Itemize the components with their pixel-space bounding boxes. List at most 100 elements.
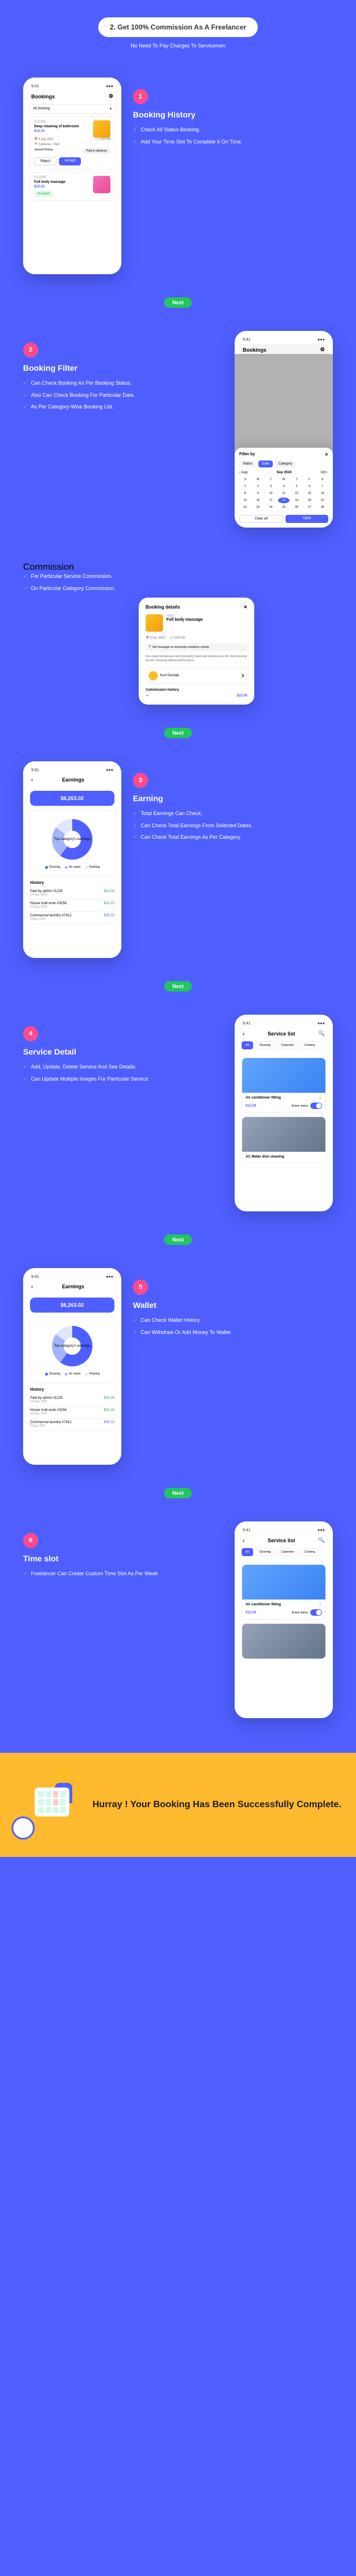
step-number: 6 xyxy=(23,1533,38,1548)
check-icon: ✓ xyxy=(23,585,28,592)
status-toggle[interactable] xyxy=(310,1609,322,1616)
history-row[interactable]: House hold work #325612 Aug, 2023$31.23 xyxy=(30,900,114,912)
feature-block: 2 Booking Filter ✓Can Check Booking As P… xyxy=(23,331,223,415)
section-6: 9:41●●● ‹Service list🔍 All Cleaning Carp… xyxy=(0,1510,356,1730)
close-icon[interactable]: ✕ xyxy=(243,605,247,610)
booking-details-card: Booking details✕ #5963 Full body massage… xyxy=(139,598,254,705)
tab-all[interactable]: All xyxy=(242,1548,253,1556)
booking-card[interactable]: #12368 Full body massage $15.23 Accepted xyxy=(30,172,114,201)
service-image xyxy=(242,1117,325,1152)
service-price: $12.00 xyxy=(246,1611,256,1615)
step-number: 5 xyxy=(133,1280,148,1295)
tab-status[interactable]: Status xyxy=(239,460,256,467)
apply-button[interactable]: Apply xyxy=(285,515,328,523)
service-card[interactable]: Air conditioner fitting⋮ $12.00 Active s… xyxy=(242,1564,326,1620)
service-image xyxy=(93,120,110,138)
filter-icon[interactable]: ⚙ xyxy=(320,347,325,353)
service-image xyxy=(242,1624,325,1659)
service-name: Full body massage xyxy=(166,618,203,622)
chart-legend: Cleaning Ac repair Painting xyxy=(34,865,110,869)
tab-carpenter[interactable]: Carpenter xyxy=(277,1041,298,1049)
feature-title: Wallet xyxy=(133,1300,333,1310)
section-1: 9:41●●● Bookings⚙ All booking▾ #15263 De… xyxy=(0,66,356,286)
next-badge: Next xyxy=(164,297,192,308)
history-row[interactable]: Paid by admin #122514 Aug, 2023$22.00 xyxy=(30,887,114,900)
check-icon: ✓ xyxy=(133,1329,138,1336)
feature-title: Booking Filter xyxy=(23,363,223,373)
filter-modal: Filter by✕ Status Date Category ‹ Aug Se… xyxy=(235,448,333,528)
close-icon[interactable]: ✕ xyxy=(325,452,328,457)
feature-item: ✓Add Your Time Slot To Complete It On Ti… xyxy=(133,138,333,146)
service-image xyxy=(242,1565,325,1600)
price: $22.00 xyxy=(237,694,247,698)
tab-cleaning[interactable]: Cleaning xyxy=(255,1548,275,1556)
check-icon: ✓ xyxy=(23,1075,28,1083)
screen-title: Bookings xyxy=(243,347,266,353)
current-month: Sep 2024 xyxy=(276,471,291,474)
clear-button[interactable]: Clear all xyxy=(239,515,283,523)
service-name: AC Water dish cleaning xyxy=(246,1155,322,1159)
phone-bookings: 9:41●●● Bookings⚙ All booking▾ #15263 De… xyxy=(23,78,121,274)
history-row[interactable]: Commercial laundry #74129 Aug, 2023$35.2… xyxy=(30,912,114,924)
status-box: 📍 Get message on terracotta combines exf… xyxy=(146,643,247,651)
screen-title: Earnings xyxy=(62,777,84,783)
status-icons: ●●● xyxy=(106,84,113,89)
feature-block: 1 Booking History ✓Check All Status Book… xyxy=(133,78,333,150)
header-subtitle: No Need To Pay Charges To Servicemen xyxy=(0,43,356,49)
next-month[interactable]: Oct › xyxy=(321,471,328,474)
screen-title: Earnings xyxy=(62,1284,84,1289)
history-row[interactable]: House hold work #325612 Aug, 2023$31.23 xyxy=(30,1406,114,1418)
service-image xyxy=(242,1058,325,1093)
status-toggle[interactable] xyxy=(310,1103,322,1109)
history-row[interactable]: Paid by admin #122514 Aug, 2023$22.00 xyxy=(30,1394,114,1406)
tab-all[interactable]: All xyxy=(242,1041,253,1049)
check-icon: ✓ xyxy=(23,379,28,387)
check-icon: ✓ xyxy=(23,1570,28,1578)
search-icon[interactable]: 🔍 xyxy=(318,1030,325,1037)
tab-date[interactable]: Date xyxy=(258,460,273,467)
feature-block: 6 Time slot ✓Freelancer Can Create Custo… xyxy=(23,1521,223,1582)
tab-category[interactable]: Category xyxy=(275,460,296,467)
feature-item: ✓Check All Status Booking. xyxy=(133,126,333,134)
history-row[interactable]: Commercial laundry #74129 Aug, 2023$35.2… xyxy=(30,1418,114,1431)
location-label: 📍 California - USA xyxy=(34,143,110,146)
prev-month[interactable]: ‹ Aug xyxy=(239,471,247,474)
calendar-icon xyxy=(35,1788,69,1816)
reject-button[interactable]: Reject xyxy=(34,157,57,165)
more-icon[interactable]: ⋮ xyxy=(318,1603,322,1607)
calendar[interactable]: SMTWTFS 1234567 891011121314 15161718192… xyxy=(239,477,328,510)
feature-block: 4 Service Detail ✓Add, Update, Delete Se… xyxy=(23,1015,223,1087)
description: Our expert technicians will thoroughly c… xyxy=(146,655,247,663)
status-label: Active status xyxy=(292,1611,308,1615)
service-price: $12.00 xyxy=(246,1104,256,1108)
back-icon[interactable]: ‹ xyxy=(31,777,33,783)
check-icon: ✓ xyxy=(133,126,138,134)
back-icon[interactable]: ‹ xyxy=(243,1031,244,1037)
filter-dropdown[interactable]: All booking▾ xyxy=(30,104,114,114)
accept-button[interactable]: Accept xyxy=(59,157,81,165)
feature-title: Earning xyxy=(133,794,333,803)
service-card[interactable]: Air conditioner fitting⋮ $12.00 Active s… xyxy=(242,1057,326,1113)
rating-stars xyxy=(166,624,190,626)
service-card[interactable] xyxy=(242,1623,326,1659)
back-icon[interactable]: ‹ xyxy=(31,1284,33,1289)
clock-icon xyxy=(12,1816,35,1840)
tab-cooking[interactable]: Cooking xyxy=(301,1041,319,1049)
tab-cleaning[interactable]: Cleaning xyxy=(255,1041,275,1049)
filter-icon[interactable]: ⚙ xyxy=(109,93,113,99)
screen-title: Service list xyxy=(268,1031,295,1037)
tab-cooking[interactable]: Cooking xyxy=(301,1548,319,1556)
check-icon: ✓ xyxy=(133,138,138,146)
booking-card[interactable]: #15263 Deep cleaning of bathroom $12.15 … xyxy=(30,116,114,169)
more-icon[interactable]: ⋮ xyxy=(318,1096,322,1100)
step-number: 1 xyxy=(133,89,148,104)
search-icon[interactable]: 🔍 xyxy=(318,1537,325,1543)
service-card[interactable]: AC Water dish cleaning xyxy=(242,1116,326,1163)
tab-carpenter[interactable]: Carpenter xyxy=(277,1548,298,1556)
chevron-right-icon[interactable]: › xyxy=(242,670,244,681)
chevron-down-icon: ▾ xyxy=(110,107,112,111)
back-icon[interactable]: ‹ xyxy=(243,1538,244,1543)
check-icon: ✓ xyxy=(23,573,28,580)
total-earnings: $6,263.02 xyxy=(30,1298,114,1313)
service-name: Air conditioner fitting xyxy=(246,1096,281,1100)
